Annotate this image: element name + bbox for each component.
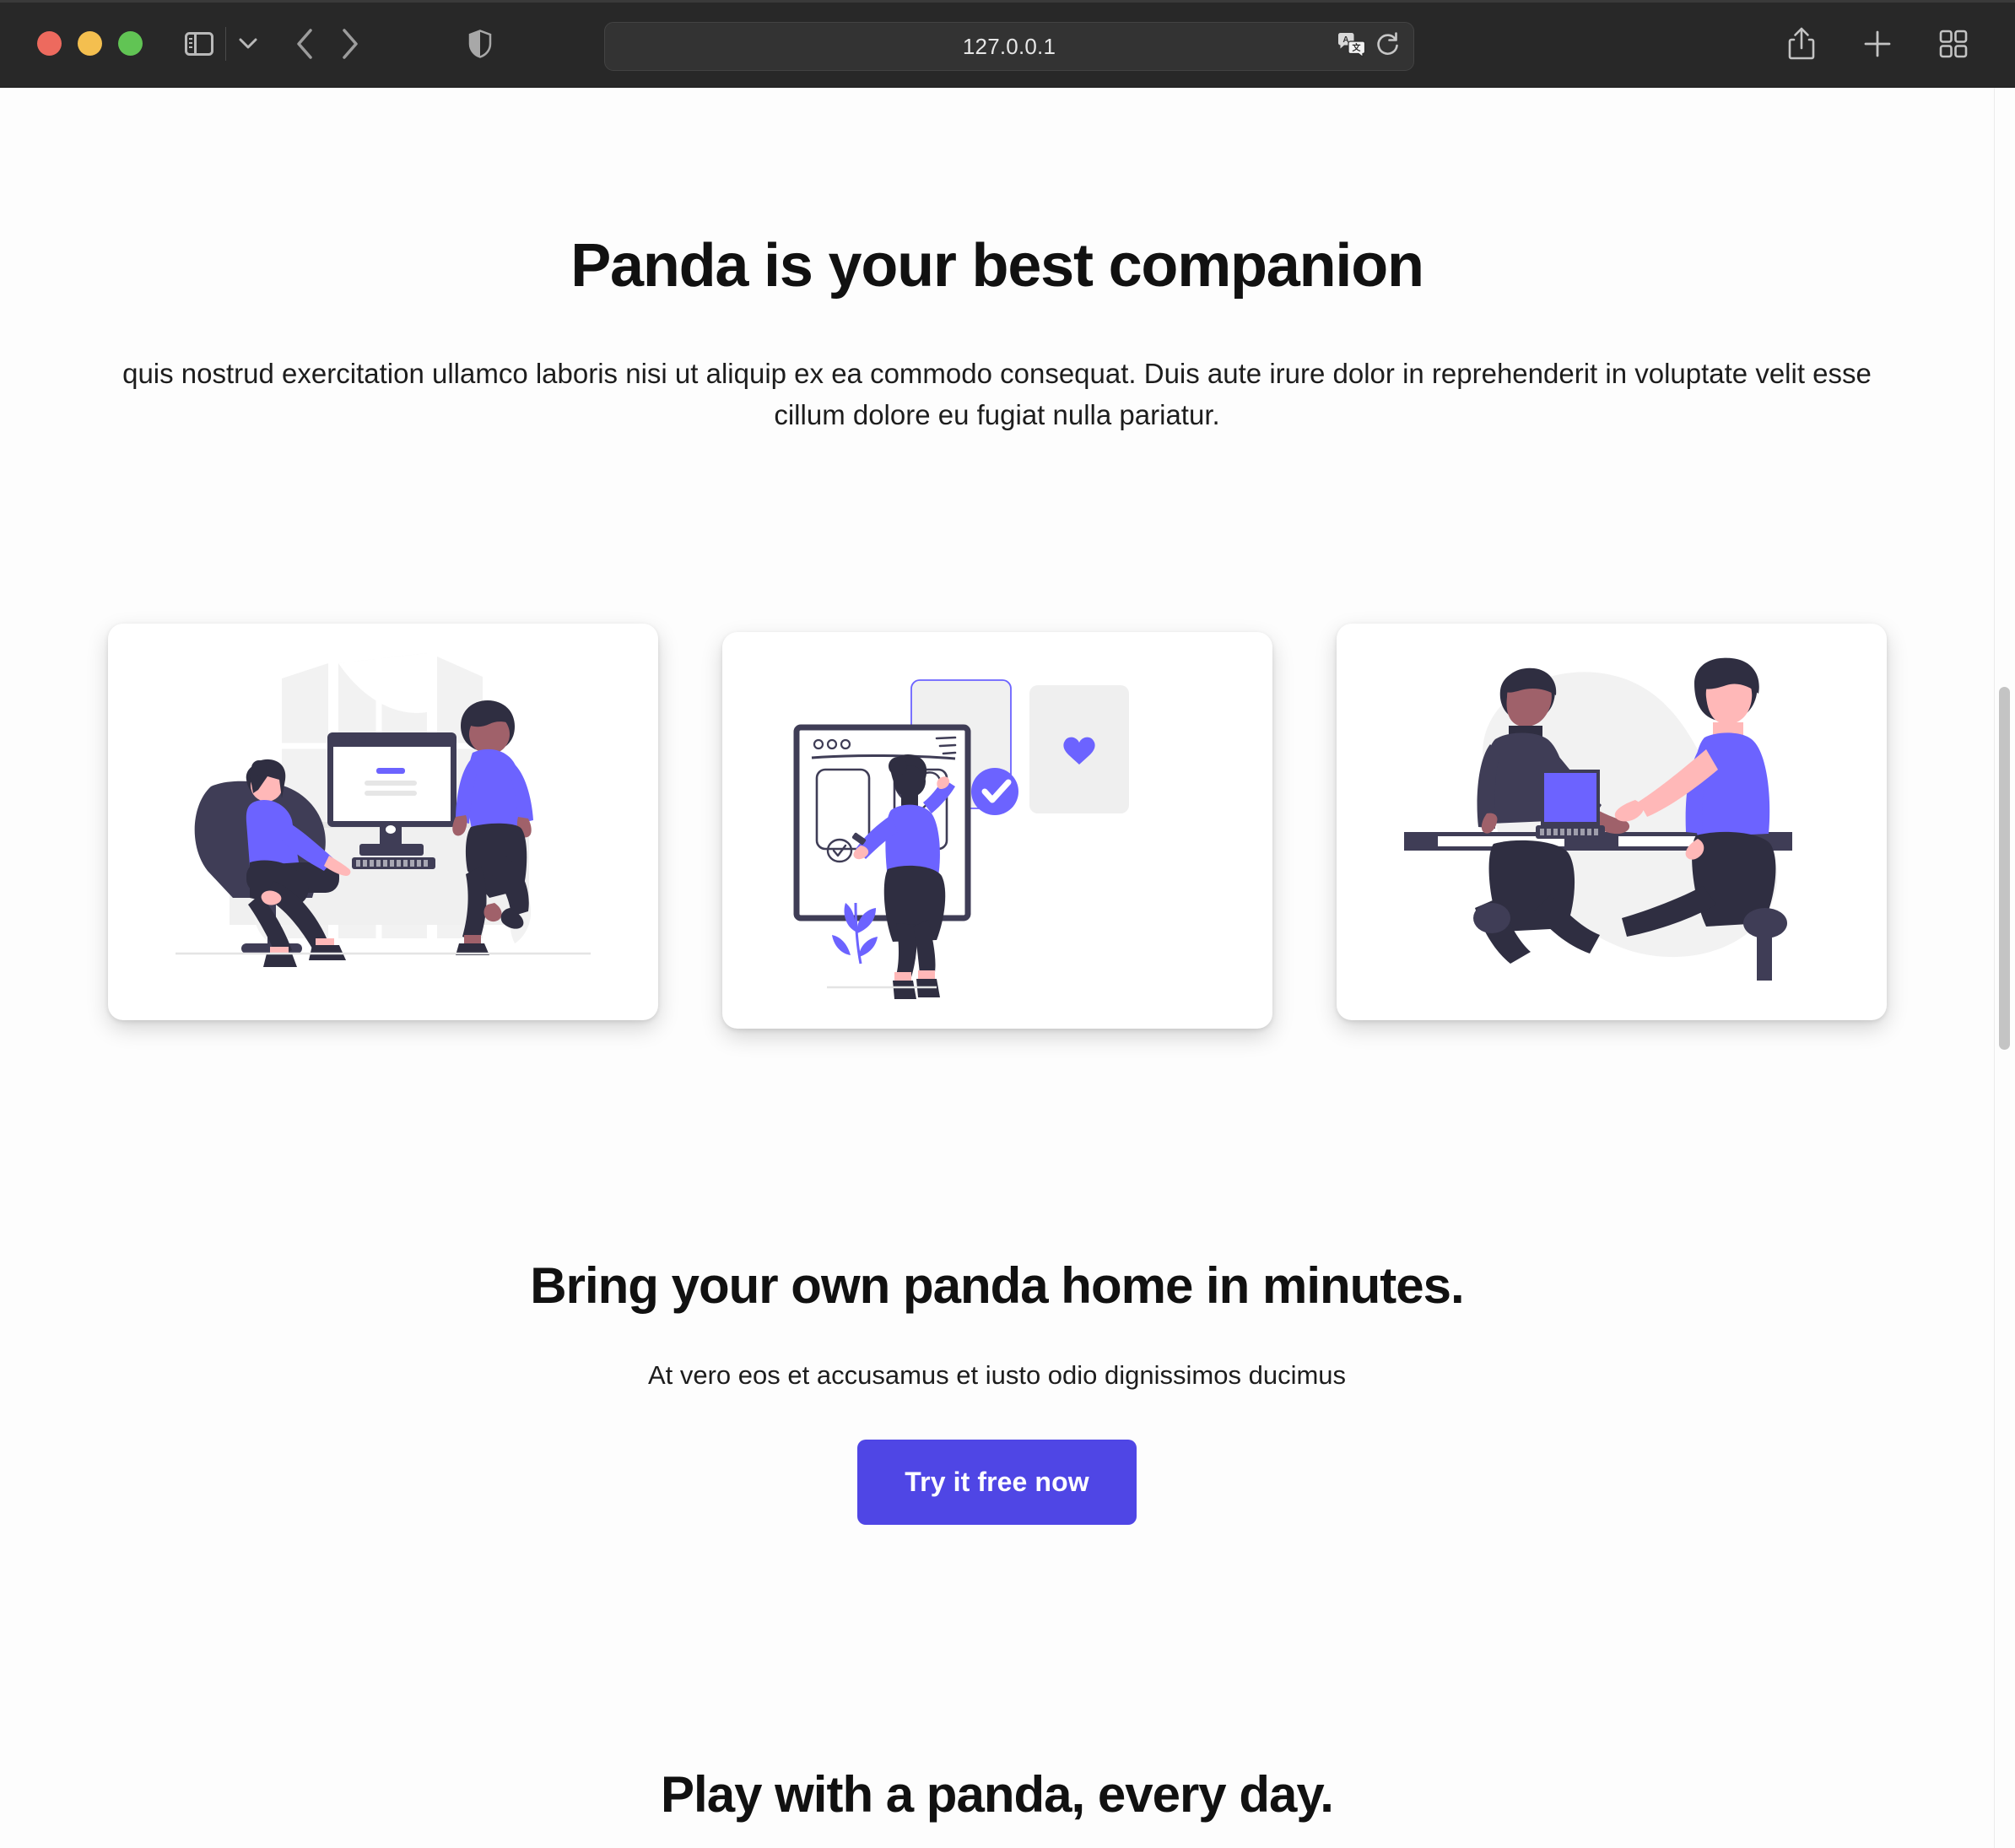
- cta-title: Bring your own panda home in minutes.: [530, 1256, 1464, 1314]
- illustration-card-2[interactable]: [721, 631, 1272, 1029]
- close-window-button[interactable]: [37, 31, 62, 56]
- page-scrollbar[interactable]: [1994, 88, 2015, 1848]
- designer-wireframe-illustration: [793, 678, 1129, 999]
- translate-icon[interactable]: A 文: [1337, 32, 1366, 62]
- forward-arrow-icon[interactable]: [327, 21, 373, 67]
- scrollbar-thumb[interactable]: [1999, 687, 2010, 1050]
- minimize-window-button[interactable]: [78, 31, 102, 56]
- zoom-window-button[interactable]: [118, 31, 143, 56]
- cta-section: Bring your own panda home in minutes. At…: [0, 1256, 1994, 1525]
- try-it-free-button[interactable]: Try it free now: [857, 1439, 1137, 1525]
- window-top-edge: [0, 0, 2015, 3]
- page-viewport: Panda is your best companion quis nostru…: [0, 88, 2015, 1848]
- web-page: Panda is your best companion quis nostru…: [0, 88, 1994, 1848]
- share-icon[interactable]: [1779, 21, 1824, 67]
- hero-section: Panda is your best companion quis nostru…: [0, 88, 1994, 436]
- tab-overview-icon[interactable]: [1931, 21, 1976, 67]
- back-arrow-icon[interactable]: [282, 21, 327, 67]
- page-title: Panda is your best companion: [570, 232, 1424, 300]
- hero-paragraph: quis nostrud exercitation ullamco labori…: [122, 358, 1872, 431]
- svg-text:文: 文: [1353, 42, 1362, 53]
- address-bar[interactable]: 127.0.0.1 A 文: [604, 22, 1414, 71]
- reload-icon[interactable]: [1375, 31, 1400, 62]
- window-traffic-lights: [37, 31, 143, 56]
- coworkers-desk-illustration: [175, 652, 591, 967]
- sidebar-icon[interactable]: [176, 21, 222, 67]
- illustration-card-1[interactable]: [107, 623, 658, 1020]
- illustration-card-3[interactable]: [1336, 623, 1887, 1020]
- cta-subtitle: At vero eos et accusamus et iusto odio d…: [647, 1359, 1347, 1390]
- handshake-desk-illustration: [1403, 657, 1792, 981]
- privacy-shield-icon[interactable]: [457, 21, 503, 67]
- testimonial-section: Play with a panda, every day. "Lorem ips…: [0, 1765, 1994, 1848]
- url-text: 127.0.0.1: [962, 33, 1056, 59]
- chevron-down-icon[interactable]: [230, 21, 267, 67]
- plus-icon[interactable]: [1855, 21, 1900, 67]
- toolbar-divider: [225, 26, 226, 61]
- browser-toolbar: 127.0.0.1 A 文: [0, 0, 2015, 88]
- testimonial-title: Play with a panda, every day.: [661, 1765, 1334, 1823]
- illustration-cards: [0, 623, 1994, 1029]
- browser-window: 127.0.0.1 A 文 Panda is your best compani…: [0, 0, 2015, 1848]
